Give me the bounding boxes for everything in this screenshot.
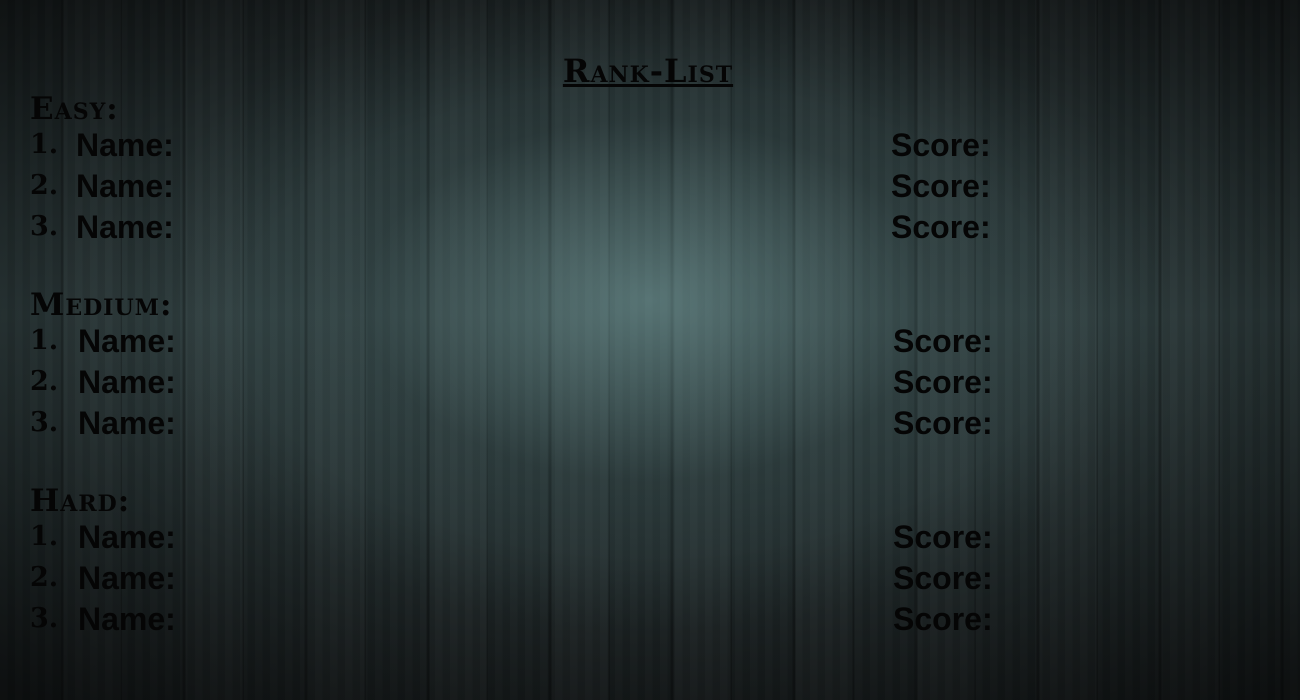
section-title-medium: Medium: <box>30 287 173 323</box>
page-title: Rank-List <box>562 52 734 90</box>
score-label: Score: <box>891 127 991 163</box>
rank-number: 1. <box>30 325 59 356</box>
name-label: Name: <box>78 519 176 555</box>
name-label: Name: <box>78 323 176 359</box>
rank-row: 2. Name: Score: <box>30 363 1030 404</box>
rank-number: 2. <box>30 562 59 593</box>
rank-row: 3. Name: Score: <box>30 404 1030 445</box>
score-label: Score: <box>893 601 993 637</box>
name-label: Name: <box>76 168 174 204</box>
name-label: Name: <box>78 405 176 441</box>
score-label: Score: <box>893 323 993 359</box>
name-label: Name: <box>78 364 176 400</box>
rank-number: 3. <box>30 603 59 634</box>
rank-row: 2. Name: Score: <box>30 559 1030 600</box>
section-title-hard: Hard: <box>30 483 131 519</box>
score-label: Score: <box>893 560 993 596</box>
rank-row: 1. Name: Score: <box>30 322 1030 363</box>
section-easy: Easy: 1. Name: Score: 2. Name: Score: 3.… <box>30 92 1030 249</box>
rank-number: 3. <box>30 407 59 438</box>
rank-row: 2. Name: Score: <box>30 167 1030 208</box>
section-hard: Hard: 1. Name: Score: 2. Name: Score: 3.… <box>30 484 1030 641</box>
score-label: Score: <box>893 519 993 555</box>
section-medium: Medium: 1. Name: Score: 2. Name: Score: … <box>30 288 1030 445</box>
rank-number: 3. <box>30 211 59 242</box>
rank-number: 2. <box>30 170 59 201</box>
name-label: Name: <box>78 560 176 596</box>
score-label: Score: <box>891 168 991 204</box>
section-title-easy: Easy: <box>30 91 119 127</box>
score-label: Score: <box>893 405 993 441</box>
rank-row: 3. Name: Score: <box>30 208 1030 249</box>
rank-number: 1. <box>30 521 59 552</box>
rank-row: 1. Name: Score: <box>30 518 1030 559</box>
rank-number: 1. <box>30 129 59 160</box>
name-label: Name: <box>78 601 176 637</box>
rank-number: 2. <box>30 366 59 397</box>
rank-row: 1. Name: Score: <box>30 126 1030 167</box>
score-label: Score: <box>893 364 993 400</box>
rank-row: 3. Name: Score: <box>30 600 1030 641</box>
score-label: Score: <box>891 209 991 245</box>
name-label: Name: <box>76 209 174 245</box>
name-label: Name: <box>76 127 174 163</box>
